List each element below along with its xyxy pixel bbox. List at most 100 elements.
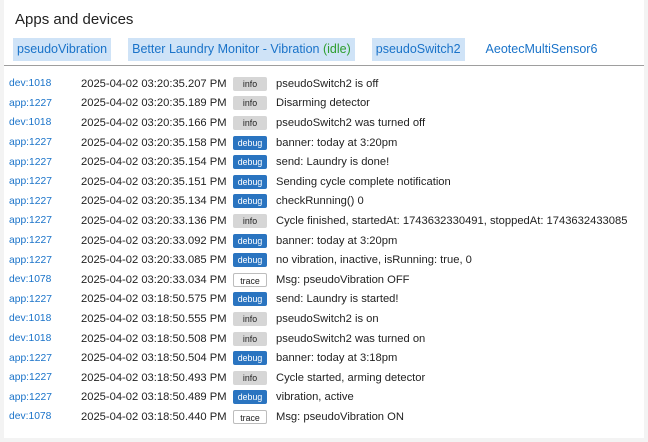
log-row: app:1227 2025-04-02 03:20:35.151 PM debug S… [4, 172, 644, 192]
log-level-badge: info [233, 311, 267, 326]
log-message: Cycle finished, startedAt: 1743632330491… [276, 214, 628, 227]
log-message: Msg: pseudoVibration OFF [276, 273, 410, 286]
log-timestamp: 2025-04-02 03:20:35.154 PM [81, 156, 227, 169]
log-timestamp: 2025-04-02 03:20:35.158 PM [81, 136, 227, 149]
log-timestamp: 2025-04-02 03:20:33.136 PM [81, 214, 227, 227]
filter-chip-label: pseudoSwitch2 [375, 42, 461, 56]
log-row: app:1227 2025-04-02 03:20:35.154 PM debug s… [4, 152, 644, 172]
log-timestamp: 2025-04-02 03:18:50.504 PM [81, 352, 227, 365]
log-message: pseudoSwitch2 is off [276, 77, 379, 90]
log-timestamp: 2025-04-02 03:20:35.189 PM [81, 97, 227, 110]
filter-chip-bar: pseudoVibration Better Laundry Monitor - … [13, 38, 618, 61]
log-timestamp: 2025-04-02 03:20:35.151 PM [81, 175, 227, 188]
log-message: pseudoSwitch2 is on [276, 312, 379, 325]
log-row: dev:1078 2025-04-02 03:20:33.034 PM trace M… [4, 270, 644, 290]
log-panel: Apps and devices pseudoVibration Better L… [4, 0, 644, 438]
log-level-badge: debug [233, 135, 267, 150]
log-source-link[interactable]: app:1227 [9, 157, 52, 168]
log-row: app:1227 2025-04-02 03:20:33.092 PM debug b… [4, 231, 644, 251]
log-source-link[interactable]: dev:1018 [9, 78, 51, 89]
log-level-badge: debug [233, 390, 267, 405]
log-message: banner: today at 3:18pm [276, 352, 398, 365]
log-row: dev:1018 2025-04-02 03:18:50.508 PM info ps… [4, 329, 644, 349]
log-source-link[interactable]: app:1227 [9, 235, 52, 246]
log-level-badge: info [233, 213, 267, 228]
log-source-link[interactable]: app:1227 [9, 372, 52, 383]
filter-chip[interactable]: Better Laundry Monitor - Vibration (idle… [128, 38, 355, 61]
log-message: Sending cycle complete notification [276, 175, 451, 188]
log-message: pseudoSwitch2 was turned on [276, 332, 426, 345]
log-timestamp: 2025-04-02 03:20:35.166 PM [81, 116, 227, 129]
log-level-badge: info [233, 370, 267, 385]
log-timestamp: 2025-04-02 03:20:35.134 PM [81, 195, 227, 208]
filter-chip[interactable]: pseudoVibration [13, 38, 112, 61]
log-timestamp: 2025-04-02 03:18:50.508 PM [81, 332, 227, 345]
log-row: app:1227 2025-04-02 03:20:35.134 PM debug c… [4, 192, 644, 212]
log-row: dev:1078 2025-04-02 03:18:50.440 PM trace M… [4, 407, 644, 427]
filter-chip-label: AeotecMultiSensor6 [485, 42, 598, 56]
log-message: banner: today at 3:20pm [276, 136, 398, 149]
log-level-badge: debug [233, 351, 267, 366]
log-source-link[interactable]: app:1227 [9, 215, 52, 226]
log-message: pseudoSwitch2 was turned off [276, 116, 426, 129]
log-message: no vibration, inactive, isRunning: true,… [276, 254, 472, 267]
log-level-badge: debug [233, 233, 267, 248]
log-row: app:1227 2025-04-02 03:18:50.504 PM debug b… [4, 348, 644, 368]
filter-chip[interactable]: pseudoSwitch2 [371, 38, 465, 61]
log-message: banner: today at 3:20pm [276, 234, 398, 247]
log-row: app:1227 2025-04-02 03:20:33.136 PM info Cy… [4, 211, 644, 231]
log-source-link[interactable]: app:1227 [9, 137, 52, 148]
log-source-link[interactable]: app:1227 [9, 294, 52, 305]
log-row: dev:1018 2025-04-02 03:18:50.555 PM info ps… [4, 309, 644, 329]
log-source-link[interactable]: dev:1078 [9, 411, 51, 422]
log-row: app:1227 2025-04-02 03:20:33.085 PM debug n… [4, 250, 644, 270]
log-row: app:1227 2025-04-02 03:18:50.575 PM debug s… [4, 290, 644, 310]
log-source-link[interactable]: app:1227 [9, 98, 52, 109]
log-timestamp: 2025-04-02 03:18:50.575 PM [81, 293, 227, 306]
log-source-link[interactable]: dev:1018 [9, 333, 51, 344]
section-title: Apps and devices [15, 11, 134, 28]
filter-chip-label: Better Laundry Monitor - Vibration [132, 42, 323, 56]
log-source-link[interactable]: dev:1018 [9, 313, 51, 324]
log-level-badge: debug [233, 174, 267, 189]
log-timestamp: 2025-04-02 03:18:50.555 PM [81, 312, 227, 325]
log-row: app:1227 2025-04-02 03:20:35.158 PM debug b… [4, 133, 644, 153]
filter-chip-status: (idle) [322, 42, 351, 56]
log-timestamp: 2025-04-02 03:20:33.034 PM [81, 273, 227, 286]
log-source-link[interactable]: app:1227 [9, 196, 52, 207]
log-timestamp: 2025-04-02 03:20:33.092 PM [81, 234, 227, 247]
log-source-link[interactable]: dev:1018 [9, 117, 51, 128]
log-level-badge: debug [233, 155, 267, 170]
log-row: dev:1018 2025-04-02 03:20:35.166 PM info ps… [4, 113, 644, 133]
log-level-badge: info [233, 96, 267, 111]
log-level-badge: debug [233, 253, 267, 268]
log-level-badge: debug [233, 292, 267, 307]
log-row: dev:1018 2025-04-02 03:20:35.207 PM info ps… [4, 74, 644, 94]
log-timestamp: 2025-04-02 03:20:35.207 PM [81, 77, 227, 90]
log-message: Disarming detector [276, 97, 370, 110]
log-source-link[interactable]: app:1227 [9, 353, 52, 364]
log-source-link[interactable]: app:1227 [9, 176, 52, 187]
log-timestamp: 2025-04-02 03:18:50.493 PM [81, 371, 227, 384]
log-message: Msg: pseudoVibration ON [276, 410, 404, 423]
log-message: send: Laundry is started! [276, 293, 399, 306]
log-row: app:1227 2025-04-02 03:20:35.189 PM info Di… [4, 94, 644, 114]
log-level-badge: trace [233, 409, 267, 424]
filter-header: Apps and devices pseudoVibration Better L… [4, 0, 644, 66]
log-list: dev:1018 2025-04-02 03:20:35.207 PM info ps… [4, 74, 644, 427]
log-source-link[interactable]: dev:1078 [9, 274, 51, 285]
log-source-link[interactable]: app:1227 [9, 255, 52, 266]
filter-chip-label: pseudoVibration [17, 42, 108, 56]
log-row: app:1227 2025-04-02 03:18:50.493 PM info Cy… [4, 368, 644, 388]
log-message: Cycle started, arming detector [276, 371, 426, 384]
log-message: checkRunning() 0 [276, 195, 364, 208]
log-timestamp: 2025-04-02 03:20:33.085 PM [81, 254, 227, 267]
log-timestamp: 2025-04-02 03:18:50.489 PM [81, 391, 227, 404]
log-level-badge: info [233, 331, 267, 346]
log-timestamp: 2025-04-02 03:18:50.440 PM [81, 410, 227, 423]
log-source-link[interactable]: app:1227 [9, 392, 52, 403]
filter-chip[interactable]: AeotecMultiSensor6 [482, 38, 602, 61]
log-message: send: Laundry is done! [276, 156, 390, 169]
log-level-badge: info [233, 115, 267, 130]
log-level-badge: debug [233, 194, 267, 209]
